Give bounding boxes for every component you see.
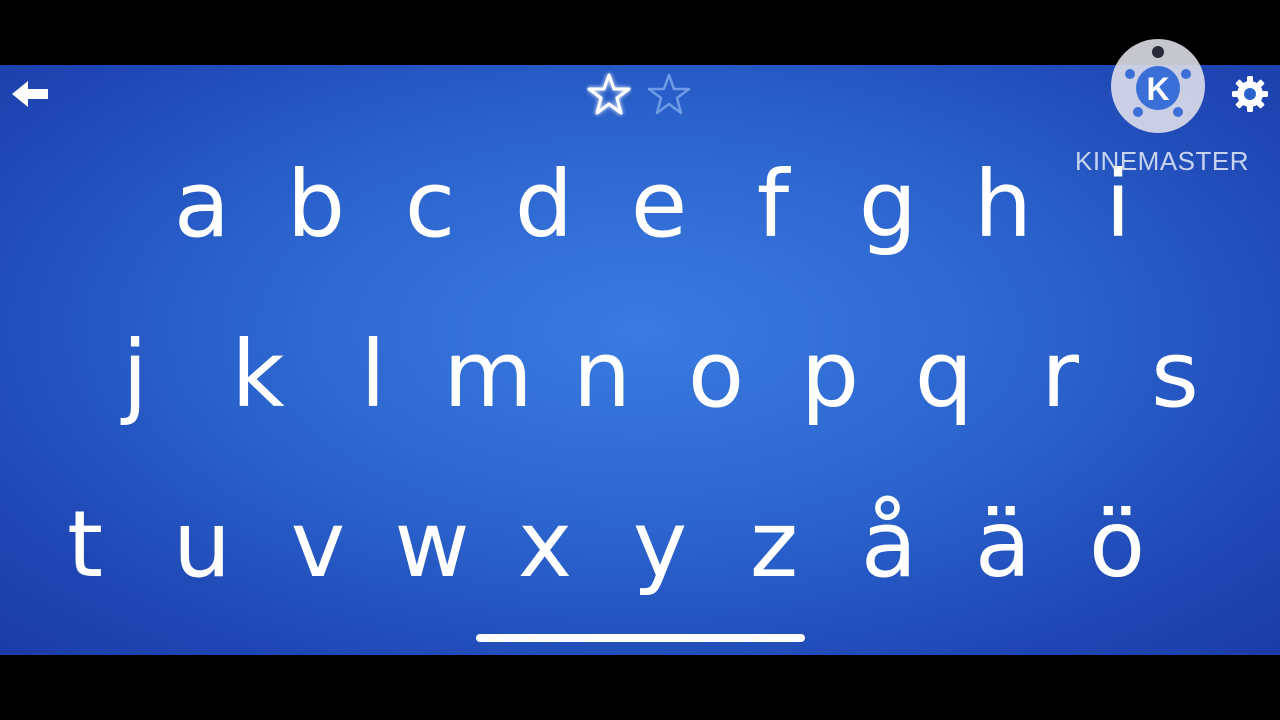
letter-tile[interactable]: e: [614, 150, 704, 260]
star-rating: [586, 71, 696, 117]
letter-tile[interactable]: j: [90, 320, 180, 430]
letter-tile[interactable]: h: [958, 150, 1048, 260]
progress-bar: [476, 634, 805, 642]
watermark-text: KINEMASTER: [1074, 146, 1250, 176]
letter-tile[interactable]: q: [899, 320, 989, 430]
star-empty-icon: [647, 73, 691, 115]
letter-tile[interactable]: c: [385, 150, 475, 260]
settings-button[interactable]: [1230, 74, 1270, 114]
star-filled-icon: [587, 73, 631, 115]
letter-tile[interactable]: ä: [958, 490, 1048, 600]
letter-tile[interactable]: o: [671, 320, 761, 430]
letter-tile[interactable]: w: [387, 490, 477, 600]
letter-tile[interactable]: l: [328, 320, 418, 430]
letter-tile[interactable]: f: [728, 150, 818, 260]
letter-tile[interactable]: n: [557, 320, 647, 430]
letter-tile[interactable]: k: [213, 320, 303, 430]
letter-tile[interactable]: d: [499, 150, 589, 260]
letter-tile[interactable]: u: [157, 490, 247, 600]
letter-tile[interactable]: t: [40, 490, 130, 600]
letter-row-3: t u v w x y z å ä ö: [0, 490, 1280, 610]
letter-tile[interactable]: r: [1015, 320, 1105, 430]
gear-icon: [1232, 76, 1268, 112]
letter-tile[interactable]: z: [729, 490, 819, 600]
back-button[interactable]: [10, 79, 52, 109]
letter-tile[interactable]: y: [615, 490, 705, 600]
letter-tile[interactable]: v: [273, 490, 363, 600]
kinemaster-watermark: K KINEMASTER: [1072, 38, 1252, 180]
letter-tile[interactable]: g: [843, 150, 933, 260]
kinemaster-logo: K: [1111, 39, 1205, 133]
letter-tile[interactable]: ö: [1072, 490, 1162, 600]
arrow-left-icon: [12, 81, 48, 107]
letter-row-2: j k l m n o p q r s: [0, 320, 1280, 440]
letter-tile[interactable]: p: [785, 320, 875, 430]
letter-tile[interactable]: a: [157, 150, 247, 260]
letter-tile[interactable]: x: [500, 490, 590, 600]
letter-tile[interactable]: m: [443, 320, 533, 430]
svg-text:K: K: [1146, 71, 1169, 107]
letter-tile[interactable]: b: [271, 150, 361, 260]
letter-tile[interactable]: å: [844, 490, 934, 600]
letter-tile[interactable]: s: [1130, 320, 1220, 430]
